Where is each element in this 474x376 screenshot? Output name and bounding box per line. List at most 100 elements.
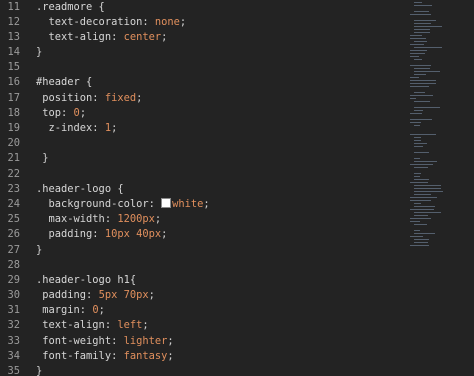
minimap-line bbox=[414, 239, 429, 240]
line-code[interactable]: padding: 10px 40px; bbox=[36, 227, 168, 242]
line-code[interactable]: background-color: white; bbox=[36, 197, 210, 212]
code-token-prop: background-color: bbox=[36, 197, 162, 210]
minimap-line bbox=[410, 236, 423, 237]
line-code[interactable]: z-index: 1; bbox=[36, 121, 118, 136]
minimap-line bbox=[414, 212, 441, 213]
minimap-line bbox=[414, 20, 436, 21]
minimap-line bbox=[414, 161, 437, 162]
line-number: 11 bbox=[7, 0, 20, 13]
code-token-val: left bbox=[117, 319, 143, 332]
code-token-prop: top: bbox=[36, 106, 74, 119]
code-token-prop: position: bbox=[36, 91, 105, 104]
minimap-line bbox=[414, 224, 427, 225]
minimap-line bbox=[414, 158, 420, 159]
line-code[interactable]: text-decoration: none; bbox=[36, 15, 187, 30]
line-code[interactable]: position: fixed; bbox=[36, 91, 142, 106]
code-token-val: lighter bbox=[123, 334, 168, 347]
minimap-line bbox=[414, 152, 429, 153]
line-code[interactable]: text-align: center; bbox=[36, 30, 168, 45]
minimap-line bbox=[410, 182, 428, 183]
minimap-line bbox=[414, 110, 423, 111]
code-token-prop: font-family: bbox=[36, 349, 124, 362]
code-token-prop: max-width: bbox=[36, 213, 118, 226]
code-token-punct: ; bbox=[154, 213, 162, 226]
line-number: 20 bbox=[7, 137, 20, 150]
code-token-punct: ; bbox=[167, 349, 174, 362]
line-number: 18 bbox=[7, 106, 20, 119]
minimap-line bbox=[414, 101, 430, 102]
minimap-line bbox=[414, 176, 420, 177]
code-token-sel: .header-logo h1{ bbox=[36, 273, 137, 286]
code-token-punct: ; bbox=[203, 197, 210, 210]
line-code[interactable]: .readmore { bbox=[36, 0, 105, 15]
minimap-line bbox=[414, 71, 440, 72]
minimap-line bbox=[410, 122, 421, 123]
minimap-line bbox=[414, 74, 426, 75]
minimap-line bbox=[410, 86, 429, 87]
line-number: 19 bbox=[7, 122, 20, 134]
minimap-line bbox=[414, 146, 423, 147]
code-token-prop: z-index: bbox=[36, 122, 105, 134]
code-token-prop: text-decoration: bbox=[36, 15, 155, 28]
code-token-punct: ; bbox=[179, 15, 187, 28]
minimap-line bbox=[414, 194, 431, 195]
minimap-line bbox=[410, 134, 436, 135]
line-code[interactable]: margin: 0; bbox=[36, 303, 105, 318]
minimap-line bbox=[414, 5, 432, 6]
minimap-line bbox=[414, 167, 428, 168]
code-token-sel: .header-logo { bbox=[36, 182, 124, 195]
minimap-line bbox=[410, 95, 433, 96]
code-token-punct: ; bbox=[148, 289, 155, 302]
minimap-line bbox=[414, 41, 427, 42]
line-code[interactable]: font-weight: lighter; bbox=[36, 334, 173, 349]
code-token-punct: ; bbox=[161, 30, 168, 43]
code-editor[interactable]: 11 .readmore { 12 text-decoration: none; 13… bbox=[0, 0, 474, 376]
line-code[interactable]: .header-logo h1{ bbox=[36, 273, 136, 288]
code-token-val: fantasy bbox=[123, 349, 168, 362]
minimap-line bbox=[410, 200, 431, 201]
line-number: 34 bbox=[7, 349, 20, 362]
minimap-line bbox=[414, 140, 421, 141]
line-number: 32 bbox=[7, 319, 20, 332]
code-token-val: white bbox=[172, 197, 204, 210]
minimap-line bbox=[414, 32, 430, 33]
minimap-line bbox=[414, 215, 428, 216]
code-token-prop: padding: bbox=[36, 228, 105, 241]
line-code[interactable]: max-width: 1200px; bbox=[36, 212, 162, 227]
line-number: 29 bbox=[7, 273, 20, 286]
minimap-line bbox=[410, 14, 431, 15]
color-swatch-icon[interactable] bbox=[161, 197, 172, 208]
line-code[interactable]: font-family: fantasy; bbox=[36, 349, 174, 364]
minimap-line bbox=[410, 80, 436, 81]
line-number: 15 bbox=[7, 61, 20, 74]
code-token-prop: font-weight: bbox=[36, 334, 124, 347]
minimap-line bbox=[414, 242, 428, 243]
minimap-line bbox=[414, 47, 442, 48]
line-number: 25 bbox=[7, 213, 20, 226]
line-number: 27 bbox=[7, 243, 20, 256]
minimap[interactable] bbox=[404, 0, 474, 376]
line-code[interactable]: top: 0; bbox=[36, 106, 86, 121]
line-number: 14 bbox=[7, 46, 20, 59]
line-code[interactable]: #header { bbox=[36, 75, 92, 90]
code-token-prop: margin: bbox=[36, 304, 93, 317]
minimap-line bbox=[414, 137, 421, 138]
line-number: 13 bbox=[7, 30, 20, 43]
code-token-punct: ; bbox=[161, 228, 168, 241]
minimap-line bbox=[414, 233, 435, 234]
minimap-line bbox=[410, 56, 419, 57]
minimap-line bbox=[410, 65, 431, 66]
line-number: 12 bbox=[7, 15, 20, 28]
code-token-val: 1200px bbox=[117, 213, 155, 226]
line-code[interactable]: } bbox=[36, 151, 48, 166]
code-token-val: none bbox=[154, 15, 180, 28]
code-token-sel: .readmore { bbox=[36, 0, 105, 13]
line-code[interactable]: padding: 5px 70px; bbox=[36, 288, 155, 303]
line-code[interactable]: .header-logo { bbox=[36, 182, 124, 197]
minimap-line bbox=[414, 92, 425, 93]
line-code[interactable]: text-align: left; bbox=[36, 318, 148, 333]
code-token-punct: ; bbox=[79, 106, 87, 119]
minimap-line bbox=[414, 26, 442, 27]
minimap-line bbox=[410, 245, 429, 246]
minimap-line bbox=[414, 173, 421, 174]
